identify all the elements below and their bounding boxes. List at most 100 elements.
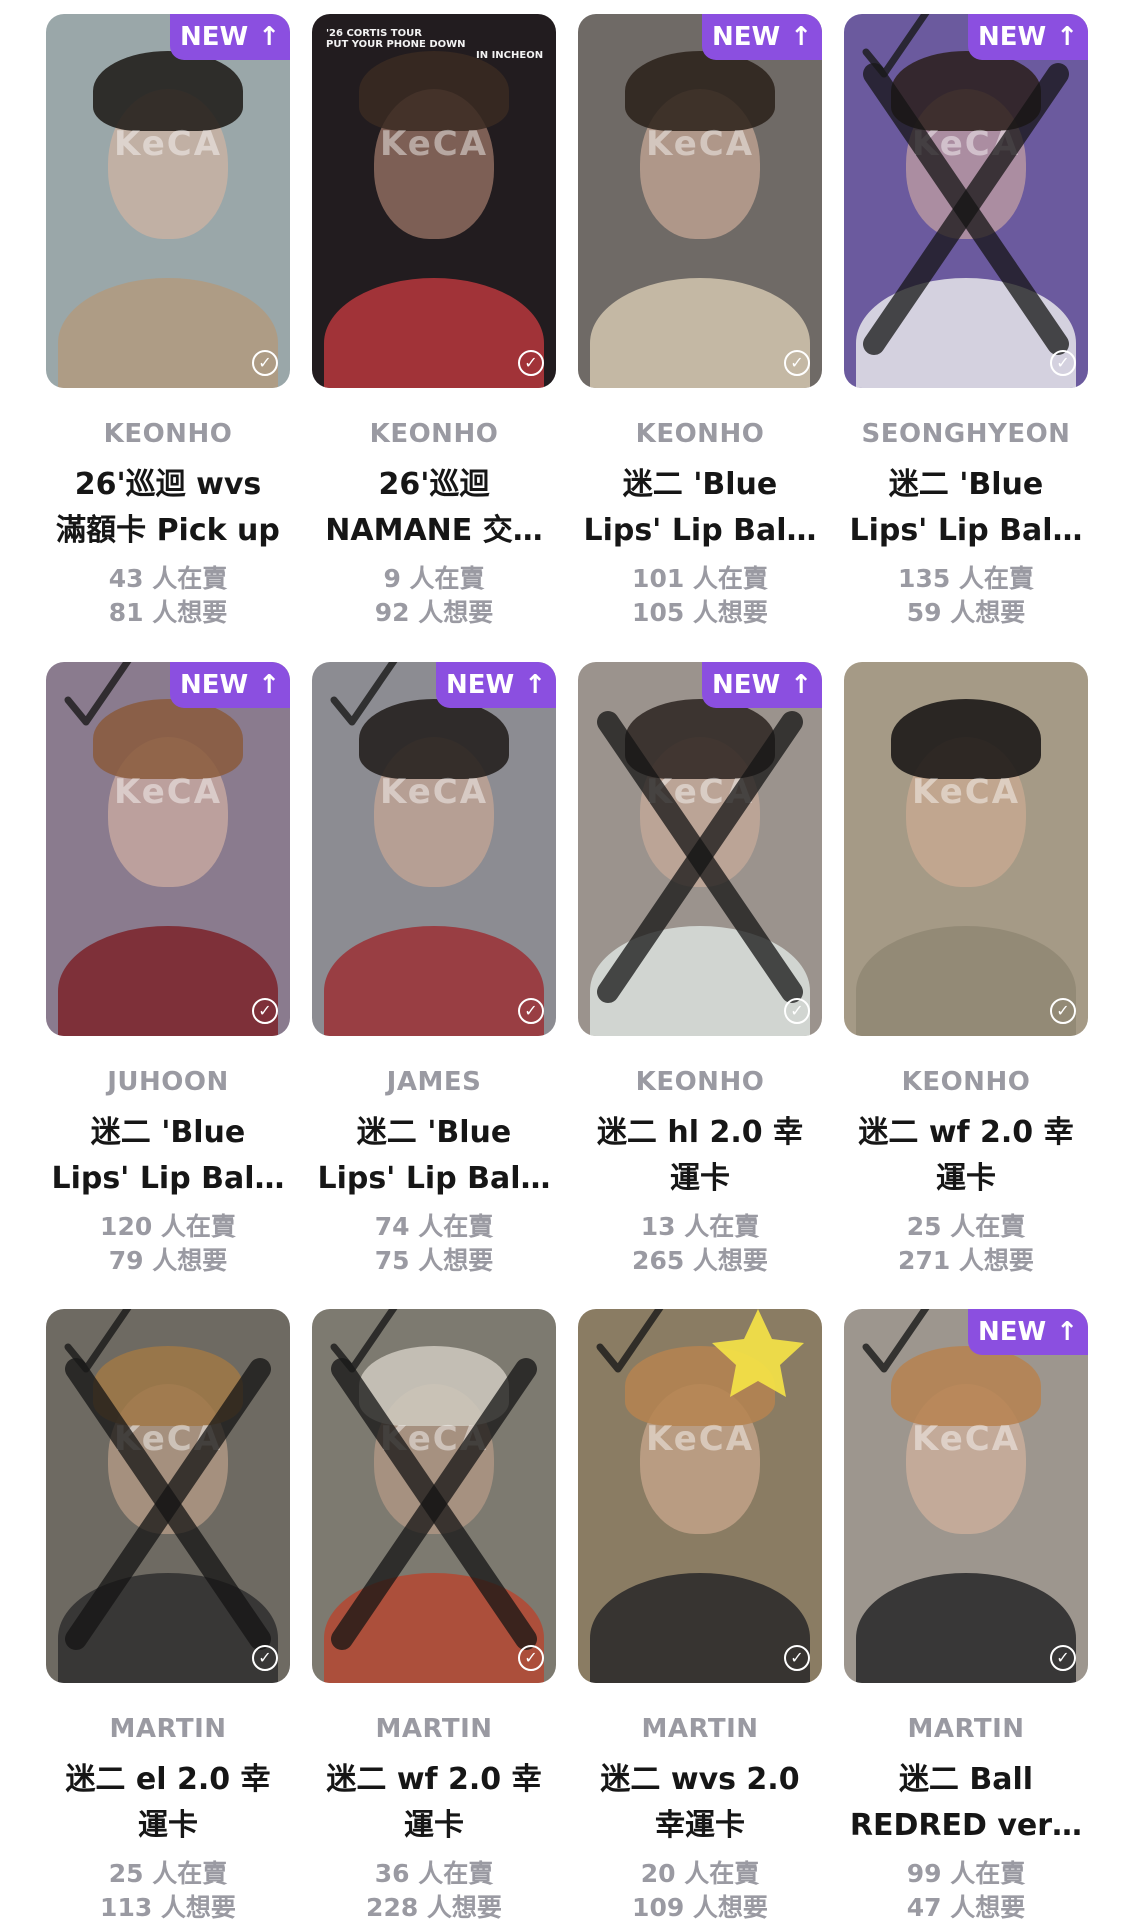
sellers-count: 25 人在賣 (108, 1859, 228, 1888)
photocard-image[interactable]: KeCA NEW ↑ ✓ (578, 14, 822, 388)
photocard-item[interactable]: KeCA NEW ↑ ✓ JUHOON 迷二 'Blue Lips' Lip Bal… 120… (46, 662, 290, 1282)
photocard-item[interactable]: KeCA NEW ↑ ✓ KEONHO 迷二 'Blue Lips' Lip Bal… 101… (578, 14, 822, 634)
check-circle-icon[interactable]: ✓ (784, 350, 810, 376)
card-title-line2: Lips' Lip Bal… (317, 1161, 551, 1196)
photocard-image[interactable]: KeCA ✓ (844, 662, 1088, 1036)
check-circle-icon[interactable]: ✓ (252, 998, 278, 1024)
photo-hair-shape (625, 51, 775, 132)
check-circle-icon[interactable]: ✓ (518, 1645, 544, 1671)
arrow-up-icon: ↑ (1056, 22, 1078, 52)
photocard-image[interactable]: KeCA '26 CORTIS TOUR PUT YOUR PHONE DOWN IN… (312, 14, 556, 388)
card-title[interactable]: 迷二 wf 2.0 幸運卡 (836, 1110, 1096, 1202)
photocard-item[interactable]: KeCA ✓ MARTIN 迷二 wvs 2.0 幸運卡 20 人在賣 109 人想要 (578, 1309, 822, 1929)
photo-hair-shape (625, 1346, 775, 1427)
photo-hair-shape (359, 699, 509, 780)
watermark-logo: KeCA (645, 124, 755, 164)
photocard-grid: KeCA NEW ↑ ✓ KEONHO 26'巡迴 wvs 滿額卡 Pick up 43 人在… (0, 0, 1131, 1922)
new-badge-label: NEW (446, 670, 515, 700)
card-title[interactable]: 迷二 wvs 2.0 幸運卡 (570, 1757, 830, 1849)
card-title[interactable]: 26'巡迴 NAMANE 交… (304, 462, 564, 554)
arrow-up-icon: ↑ (258, 670, 280, 700)
photocard-image[interactable]: KeCA NEW ↑ ✓ (46, 14, 290, 388)
photocard-item[interactable]: KeCA NEW ↑ ✓ MARTIN 迷二 Ball REDRED ver… 99 人在賣 4… (844, 1309, 1088, 1929)
watermark-logo: KeCA (379, 124, 489, 164)
check-circle-icon[interactable]: ✓ (1050, 998, 1076, 1024)
sellers-count: 9 人在賣 (383, 564, 485, 593)
card-title[interactable]: 迷二 Ball REDRED ver… (836, 1757, 1096, 1849)
card-title[interactable]: 迷二 wf 2.0 幸運卡 (304, 1757, 564, 1849)
sellers-count: 120 人在賣 (100, 1212, 236, 1241)
watermark-logo: KeCA (113, 124, 223, 164)
photo-body-shape (324, 926, 544, 1036)
photocard-item[interactable]: KeCA ✓ KEONHO 迷二 wf 2.0 幸運卡 25 人在賣 271 人想要 (844, 662, 1088, 1282)
watermark-logo: KeCA (645, 1419, 755, 1459)
photocard-item[interactable]: KeCA '26 CORTIS TOUR PUT YOUR PHONE DOWN IN… (312, 14, 556, 634)
watermark-logo: KeCA (911, 1419, 1021, 1459)
tour-caption-line2: PUT YOUR PHONE DOWN (326, 39, 466, 50)
card-title-line1: 迷二 wf 2.0 幸 (858, 1115, 1074, 1150)
card-title-line1: 迷二 'Blue (622, 467, 778, 502)
check-circle-icon[interactable]: ✓ (784, 998, 810, 1024)
photocard-item[interactable]: KeCA NEW ↑ ✓ SEONGHYEON 迷二 'Blue Lips' Lip Bal… (844, 14, 1088, 634)
card-title-line2: 運卡 (138, 1808, 198, 1843)
check-circle-icon[interactable]: ✓ (518, 350, 544, 376)
photocard-image[interactable]: KeCA NEW ↑ ✓ (844, 1309, 1088, 1683)
member-name: KEONHO (103, 419, 233, 449)
arrow-up-icon: ↑ (790, 22, 812, 52)
photocard-item[interactable]: KeCA NEW ↑ ✓ KEONHO 26'巡迴 wvs 滿額卡 Pick up 43 人在… (46, 14, 290, 634)
sellers-count: 20 人在賣 (640, 1859, 760, 1888)
card-title-line1: 迷二 Ball (898, 1762, 1034, 1797)
check-circle-icon[interactable]: ✓ (252, 1645, 278, 1671)
watermark-logo: KeCA (379, 1419, 489, 1459)
photo-body-shape (856, 278, 1076, 388)
card-title-line2: 滿額卡 Pick up (56, 513, 280, 548)
sellers-count: 13 人在賣 (640, 1212, 760, 1241)
check-circle-icon[interactable]: ✓ (784, 1645, 810, 1671)
member-name: MARTIN (907, 1714, 1025, 1744)
photocard-image[interactable]: KeCA ✓ (312, 1309, 556, 1683)
photocard-image[interactable]: KeCA NEW ↑ ✓ (844, 14, 1088, 388)
card-title[interactable]: 迷二 'Blue Lips' Lip Bal… (38, 1110, 298, 1202)
card-title[interactable]: 26'巡迴 wvs 滿額卡 Pick up (38, 462, 298, 554)
check-circle-icon[interactable]: ✓ (1050, 1645, 1076, 1671)
member-name: KEONHO (635, 1067, 765, 1097)
watermark-logo: KeCA (113, 1419, 223, 1459)
card-title-line1: 迷二 wf 2.0 幸 (326, 1762, 542, 1797)
photocard-image[interactable]: KeCA NEW ↑ ✓ (312, 662, 556, 1036)
new-badge-label: NEW (978, 1317, 1047, 1347)
card-title-line1: 26'巡迴 wvs (74, 467, 262, 502)
photocard-image[interactable]: KeCA ✓ (578, 1309, 822, 1683)
card-title[interactable]: 迷二 'Blue Lips' Lip Bal… (304, 1110, 564, 1202)
check-circle-icon[interactable]: ✓ (1050, 350, 1076, 376)
card-title-line2: 運卡 (936, 1161, 996, 1196)
card-title[interactable]: 迷二 el 2.0 幸運卡 (38, 1757, 298, 1849)
new-badge-label: NEW (180, 22, 249, 52)
photocard-image[interactable]: KeCA NEW ↑ ✓ (578, 662, 822, 1036)
card-title[interactable]: 迷二 'Blue Lips' Lip Bal… (836, 462, 1096, 554)
card-stats: 13 人在賣 265 人想要 (578, 1210, 822, 1278)
photo-body-shape (590, 1573, 810, 1683)
photocard-image[interactable]: KeCA NEW ↑ ✓ (46, 662, 290, 1036)
wanters-count: 81 人想要 (108, 598, 228, 627)
member-name: KEONHO (901, 1067, 1031, 1097)
photo-body-shape (590, 278, 810, 388)
sellers-count: 135 人在賣 (898, 564, 1034, 593)
photocard-image[interactable]: KeCA ✓ (46, 1309, 290, 1683)
member-name: SEONGHYEON (861, 419, 1071, 449)
wanters-count: 109 人想要 (632, 1893, 768, 1922)
check-circle-icon[interactable]: ✓ (252, 350, 278, 376)
card-title[interactable]: 迷二 hl 2.0 幸運卡 (570, 1110, 830, 1202)
photocard-item[interactable]: KeCA NEW ↑ ✓ JAMES 迷二 'Blue Lips' Lip Bal… 74 人… (312, 662, 556, 1282)
photocard-item[interactable]: KeCA NEW ↑ ✓ KEONHO 迷二 hl 2.0 幸運卡 13 人在賣 265 人想… (578, 662, 822, 1282)
photocard-item[interactable]: KeCA ✓ MARTIN 迷二 wf 2.0 幸運卡 36 人在賣 228 人想要 (312, 1309, 556, 1929)
card-stats: 135 人在賣 59 人想要 (844, 562, 1088, 630)
check-circle-icon[interactable]: ✓ (518, 998, 544, 1024)
watermark-logo: KeCA (911, 124, 1021, 164)
wanters-count: 271 人想要 (898, 1246, 1034, 1275)
photocard-item[interactable]: KeCA ✓ MARTIN 迷二 el 2.0 幸運卡 25 人在賣 113 人想要 (46, 1309, 290, 1929)
photo-body-shape (58, 926, 278, 1036)
card-title-line1: 迷二 'Blue (356, 1115, 512, 1150)
card-title[interactable]: 迷二 'Blue Lips' Lip Bal… (570, 462, 830, 554)
photo-hair-shape (359, 51, 509, 132)
member-name: MARTIN (109, 1714, 227, 1744)
